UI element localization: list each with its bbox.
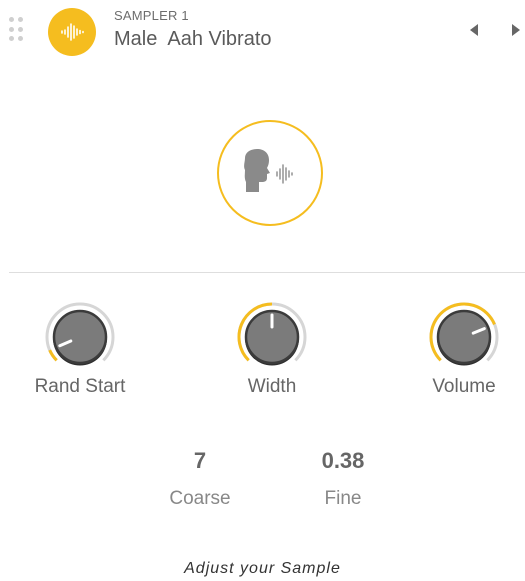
rand-start-knob[interactable] <box>42 299 118 375</box>
coarse-label: Coarse <box>169 488 231 509</box>
width-knob[interactable] <box>234 299 310 375</box>
footer-hint: Adjust your Sample <box>184 560 341 577</box>
triangle-right-icon[interactable] <box>506 20 525 40</box>
fine-label: Fine <box>324 488 362 509</box>
knob-level-arc <box>48 349 58 362</box>
triangle-left-icon[interactable] <box>464 20 484 40</box>
knob-body <box>436 309 492 365</box>
rand-start-label: Rand Start <box>34 376 126 397</box>
preset-title: Male Aah Vibrato <box>114 28 272 50</box>
volume-label: Volume <box>432 376 496 397</box>
volume-knob[interactable] <box>426 299 502 375</box>
width-label: Width <box>247 376 297 397</box>
coarse-value[interactable]: 7 <box>150 448 250 474</box>
sampler-label: SAMPLER 1 <box>114 8 189 23</box>
voice-head-icon <box>244 149 293 192</box>
fine-value[interactable]: 0.38 <box>293 448 393 474</box>
section-divider <box>9 272 525 273</box>
sample-select-button[interactable] <box>217 120 323 226</box>
knob-body <box>52 309 108 365</box>
drag-handle-icon[interactable] <box>9 17 23 43</box>
waveform-icon <box>48 8 96 56</box>
